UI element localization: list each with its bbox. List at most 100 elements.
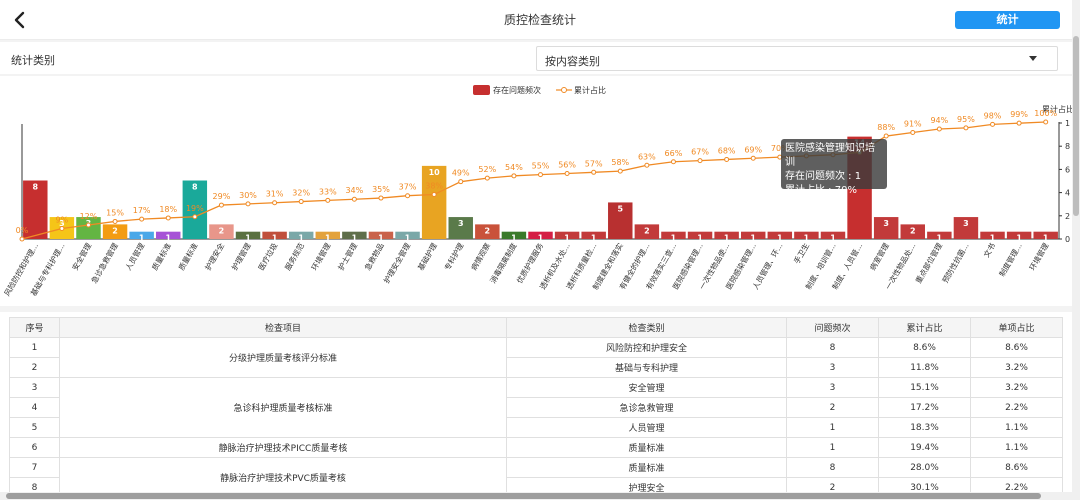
y2-tick-label: 0 <box>1065 235 1070 244</box>
cell-single: 1.1% <box>970 437 1063 458</box>
bar-value-label: 1 <box>298 234 304 243</box>
cumulative-label: 34% <box>345 186 363 195</box>
x-tick-label: 质量标准 <box>176 241 200 272</box>
cumulative-label: 9% <box>56 215 69 224</box>
x-tick-label: 基础护理 <box>415 241 439 272</box>
cumulative-point <box>936 126 942 132</box>
table-row: 7 静脉治疗护理技术PVC质量考核 质量标准 8 28.0% 8.6% <box>9 457 1063 492</box>
cumulative-label: 67% <box>691 148 709 157</box>
cumulative-point <box>112 218 118 224</box>
bar-value-label: 2 <box>112 226 118 235</box>
bar-value-label: 2 <box>485 226 491 235</box>
bar-value-label: 10 <box>429 168 441 177</box>
bar-value-label: 1 <box>538 234 544 243</box>
x-tick-label: 环境管理 <box>1027 241 1051 272</box>
header-frequency: 问题频次 <box>786 317 879 338</box>
bar-value-label: 1 <box>352 234 358 243</box>
cumulative-label: 54% <box>505 163 523 172</box>
cumulative-label: 52% <box>478 165 496 174</box>
bar-value-label: 3 <box>883 219 889 228</box>
cell-cumulative: 8.6% <box>878 337 971 358</box>
cumulative-point <box>431 192 437 198</box>
cumulative-label: 99% <box>1010 110 1028 119</box>
bar-value-label: 1 <box>1043 234 1049 243</box>
bar-value-label: 8 <box>33 183 39 192</box>
cell-frequency: 8 <box>786 337 879 358</box>
bar-value-label: 1 <box>830 234 836 243</box>
bar-value-label: 3 <box>458 219 464 228</box>
cell-frequency: 2 <box>786 477 879 492</box>
cumulative-point <box>59 225 65 231</box>
cell-category: 安全管理 <box>506 377 787 398</box>
cumulative-point <box>351 196 357 202</box>
vertical-scroll-thumb[interactable] <box>1073 36 1079 216</box>
bar-value-label: 1 <box>990 234 996 243</box>
header-cumulative: 累计占比 <box>878 317 971 338</box>
cell-category: 急诊急救管理 <box>506 397 787 418</box>
cumulative-point <box>644 162 650 168</box>
bar-value-label: 1 <box>564 234 570 243</box>
bar-value-label: 1 <box>937 234 943 243</box>
x-tick-label: 文书 <box>981 241 997 259</box>
cumulative-point <box>298 199 304 205</box>
stats-table: 序号 检查项目 检查类别 问题频次 累计占比 单项占比 1 分级护理质量考核评分… <box>9 317 1063 492</box>
cumulative-point <box>458 179 464 185</box>
cumulative-label: 12% <box>80 212 98 221</box>
vertical-scrollbar[interactable] <box>1072 0 1080 500</box>
y2-tick-label: 8 <box>1065 142 1070 151</box>
cell-no: 7 <box>9 457 60 478</box>
legend-bar-label: 存在问题频次 <box>493 85 541 95</box>
cumulative-label: 63% <box>638 152 656 161</box>
cumulative-label: 66% <box>665 149 683 158</box>
cumulative-point <box>405 193 411 199</box>
cell-category: 人员管理 <box>506 417 787 438</box>
bar-value-label: 1 <box>697 234 703 243</box>
bar-value-label: 1 <box>591 234 597 243</box>
bar-value-label: 5 <box>617 204 623 213</box>
legend-bar-swatch <box>473 85 490 95</box>
cumulative-label: 30% <box>239 191 257 200</box>
cell-no: 6 <box>9 437 60 458</box>
cell-category: 基础与专科护理 <box>506 357 787 378</box>
cell-cumulative: 17.2% <box>878 397 971 418</box>
stat-button[interactable]: 统计 <box>955 11 1060 29</box>
x-tick-label: 人员管理 <box>123 241 147 272</box>
cell-no: 1 <box>9 337 60 358</box>
bar-value-label: 1 <box>750 234 756 243</box>
bar-value-label: 2 <box>644 226 650 235</box>
x-tick-label: 预防性抗菌... <box>940 241 971 285</box>
horizontal-scrollbar[interactable] <box>0 492 1072 500</box>
bar-value-label: 1 <box>405 234 411 243</box>
cell-single: 2.2% <box>970 477 1063 492</box>
cumulative-point <box>165 215 171 221</box>
cumulative-point <box>511 173 517 179</box>
x-tick-label: 重点部位管理 <box>913 241 944 285</box>
table-header-row: 序号 检查项目 检查类别 问题频次 累计占比 单项占比 <box>9 317 1063 338</box>
x-tick-label: 护理管理 <box>229 241 253 272</box>
legend-line-label: 累计占比 <box>574 85 606 95</box>
category-select[interactable]: 按内容类别 <box>536 46 1058 71</box>
cumulative-point <box>564 170 570 176</box>
x-tick-label: 专科护理 <box>442 241 466 272</box>
cell-category: 质量标准 <box>506 437 787 458</box>
cumulative-label: 100% <box>1034 109 1057 118</box>
cumulative-point <box>990 121 996 127</box>
header-category: 检查类别 <box>506 317 787 338</box>
cell-item: 静脉治疗护理技术PICC质量考核 <box>59 437 507 458</box>
cell-no: 4 <box>9 397 60 418</box>
x-tick-label: 制度管理... <box>997 241 1024 278</box>
cell-single: 8.6% <box>970 337 1063 358</box>
cell-single: 2.2% <box>970 397 1063 418</box>
cumulative-point <box>910 130 916 136</box>
cell-single: 1.1% <box>970 417 1063 438</box>
cell-category: 风险防控和护理安全 <box>506 337 787 358</box>
cell-category: 质量标准 <box>506 457 787 478</box>
cell-cumulative: 15.1% <box>878 377 971 398</box>
cumulative-point <box>724 156 730 162</box>
bar-value-label: 1 <box>671 234 677 243</box>
cumulative-label: 19% <box>186 204 204 213</box>
cumulative-label: 29% <box>213 192 231 201</box>
cell-item: 急诊科护理质量考核标准 <box>59 377 507 438</box>
horizontal-scroll-thumb[interactable] <box>6 493 1041 499</box>
filter-label: 统计类别 <box>11 54 55 67</box>
